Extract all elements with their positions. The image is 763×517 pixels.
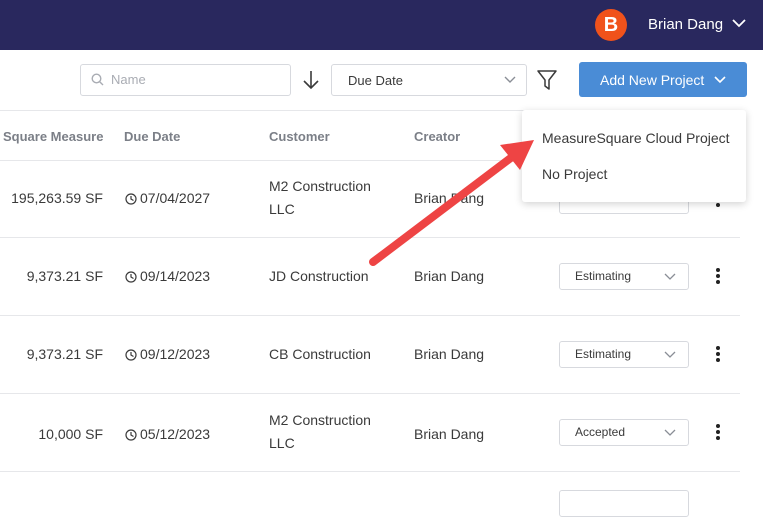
- annotation-arrow-icon: [369, 140, 534, 266]
